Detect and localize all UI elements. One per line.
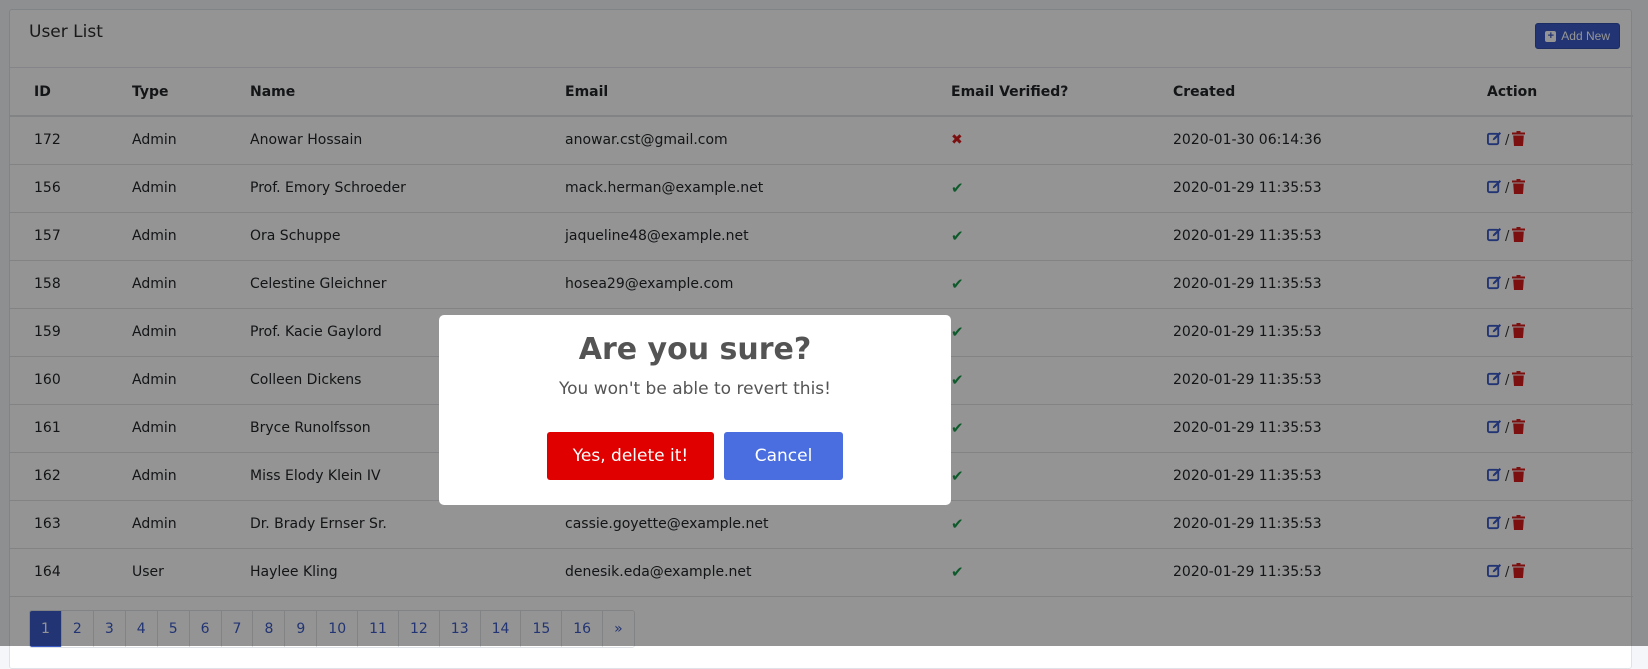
confirm-delete-dialog: Are you sure? You won't be able to rever… <box>439 315 951 505</box>
dialog-message: You won't be able to revert this! <box>559 379 831 399</box>
confirm-delete-button[interactable]: Yes, delete it! <box>547 432 714 480</box>
dialog-actions: Yes, delete it! Cancel <box>439 432 951 480</box>
dialog-title: Are you sure? <box>578 332 812 367</box>
cancel-button[interactable]: Cancel <box>724 432 843 480</box>
